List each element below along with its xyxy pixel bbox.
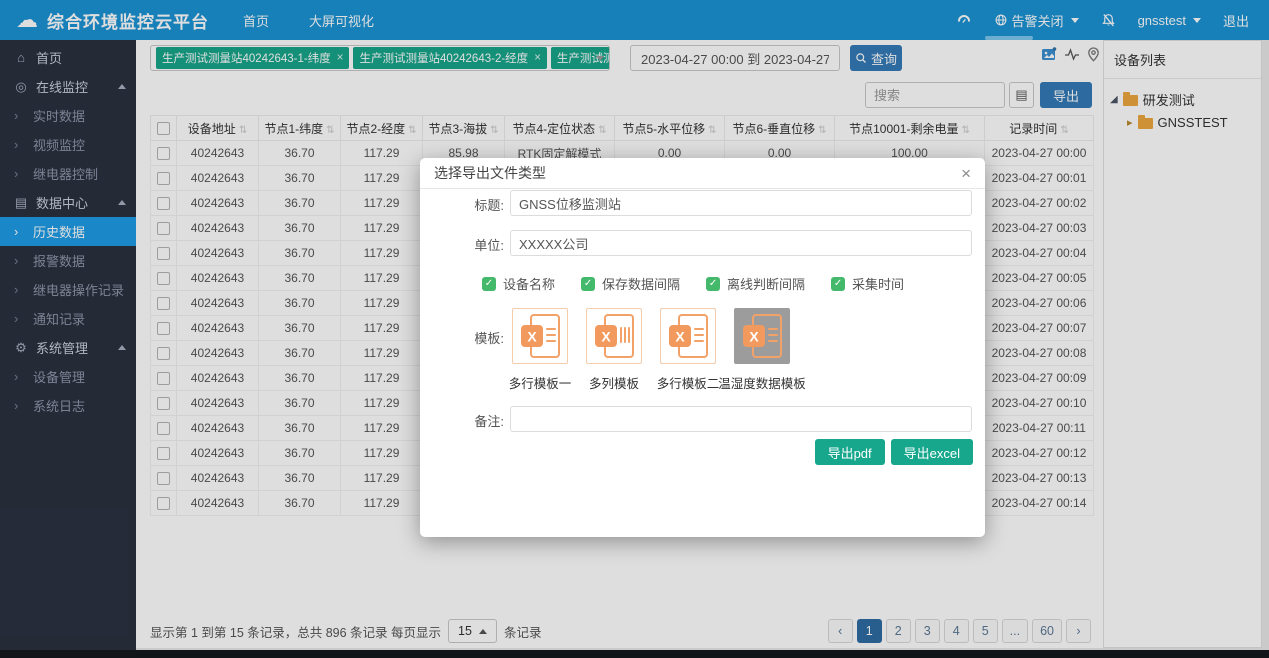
template-card-label: 温湿度数据模板 xyxy=(718,373,806,392)
title-field-label: 标题: xyxy=(420,195,504,214)
org-field-label: 单位: xyxy=(420,235,504,254)
svg-text:X: X xyxy=(527,329,537,345)
title-field[interactable] xyxy=(510,190,972,216)
excel-template-icon: X xyxy=(592,312,636,360)
template-multirow-1[interactable]: X 多行模板一 xyxy=(503,308,577,392)
checkbox-label: 采集时间 xyxy=(852,274,904,293)
template-multirow-2[interactable]: X 多行模板二 xyxy=(651,308,725,392)
excel-template-icon: X xyxy=(518,312,562,360)
template-card-label: 多行模板二 xyxy=(657,373,720,392)
template-card-label: 多行模板一 xyxy=(509,373,572,392)
modal-title: 选择导出文件类型 xyxy=(434,163,546,183)
checkbox-checked-icon xyxy=(831,277,845,291)
checkbox-label: 设备名称 xyxy=(503,274,555,293)
export-pdf-button[interactable]: 导出pdf xyxy=(815,439,885,465)
template-temp-humidity[interactable]: X 温湿度数据模板 xyxy=(725,308,799,392)
org-field[interactable] xyxy=(510,230,972,256)
template-cards: X 多行模板一 X 多列模板 X xyxy=(503,308,799,392)
svg-text:X: X xyxy=(601,329,611,345)
export-option-checkbox[interactable]: 保存数据间隔 xyxy=(581,274,680,293)
checkbox-checked-icon xyxy=(581,277,595,291)
checkbox-checked-icon xyxy=(706,277,720,291)
selected-template-card[interactable]: X xyxy=(734,308,790,364)
excel-template-icon: X xyxy=(666,312,710,360)
excel-template-icon: X xyxy=(740,312,784,360)
svg-text:X: X xyxy=(749,329,759,345)
export-option-checkboxes: 设备名称 保存数据间隔 离线判断间隔 采集时间 xyxy=(482,274,904,293)
remark-field[interactable] xyxy=(510,406,972,432)
close-icon[interactable]: × xyxy=(961,165,971,182)
template-label: 模板: xyxy=(420,328,504,347)
template-card-label: 多列模板 xyxy=(589,373,639,392)
export-option-checkbox[interactable]: 采集时间 xyxy=(831,274,904,293)
export-excel-button[interactable]: 导出excel xyxy=(891,439,973,465)
export-option-checkbox[interactable]: 设备名称 xyxy=(482,274,555,293)
checkbox-label: 保存数据间隔 xyxy=(602,274,680,293)
checkbox-label: 离线判断间隔 xyxy=(727,274,805,293)
remark-field-label: 备注: xyxy=(420,411,504,430)
svg-text:X: X xyxy=(675,329,685,345)
export-option-checkbox[interactable]: 离线判断间隔 xyxy=(706,274,805,293)
export-type-modal: 选择导出文件类型 × 标题: 单位: 设备名称 保存数据间隔 离线判断间隔 采集… xyxy=(420,158,985,537)
template-multicolumn[interactable]: X 多列模板 xyxy=(577,308,651,392)
checkbox-checked-icon xyxy=(482,277,496,291)
